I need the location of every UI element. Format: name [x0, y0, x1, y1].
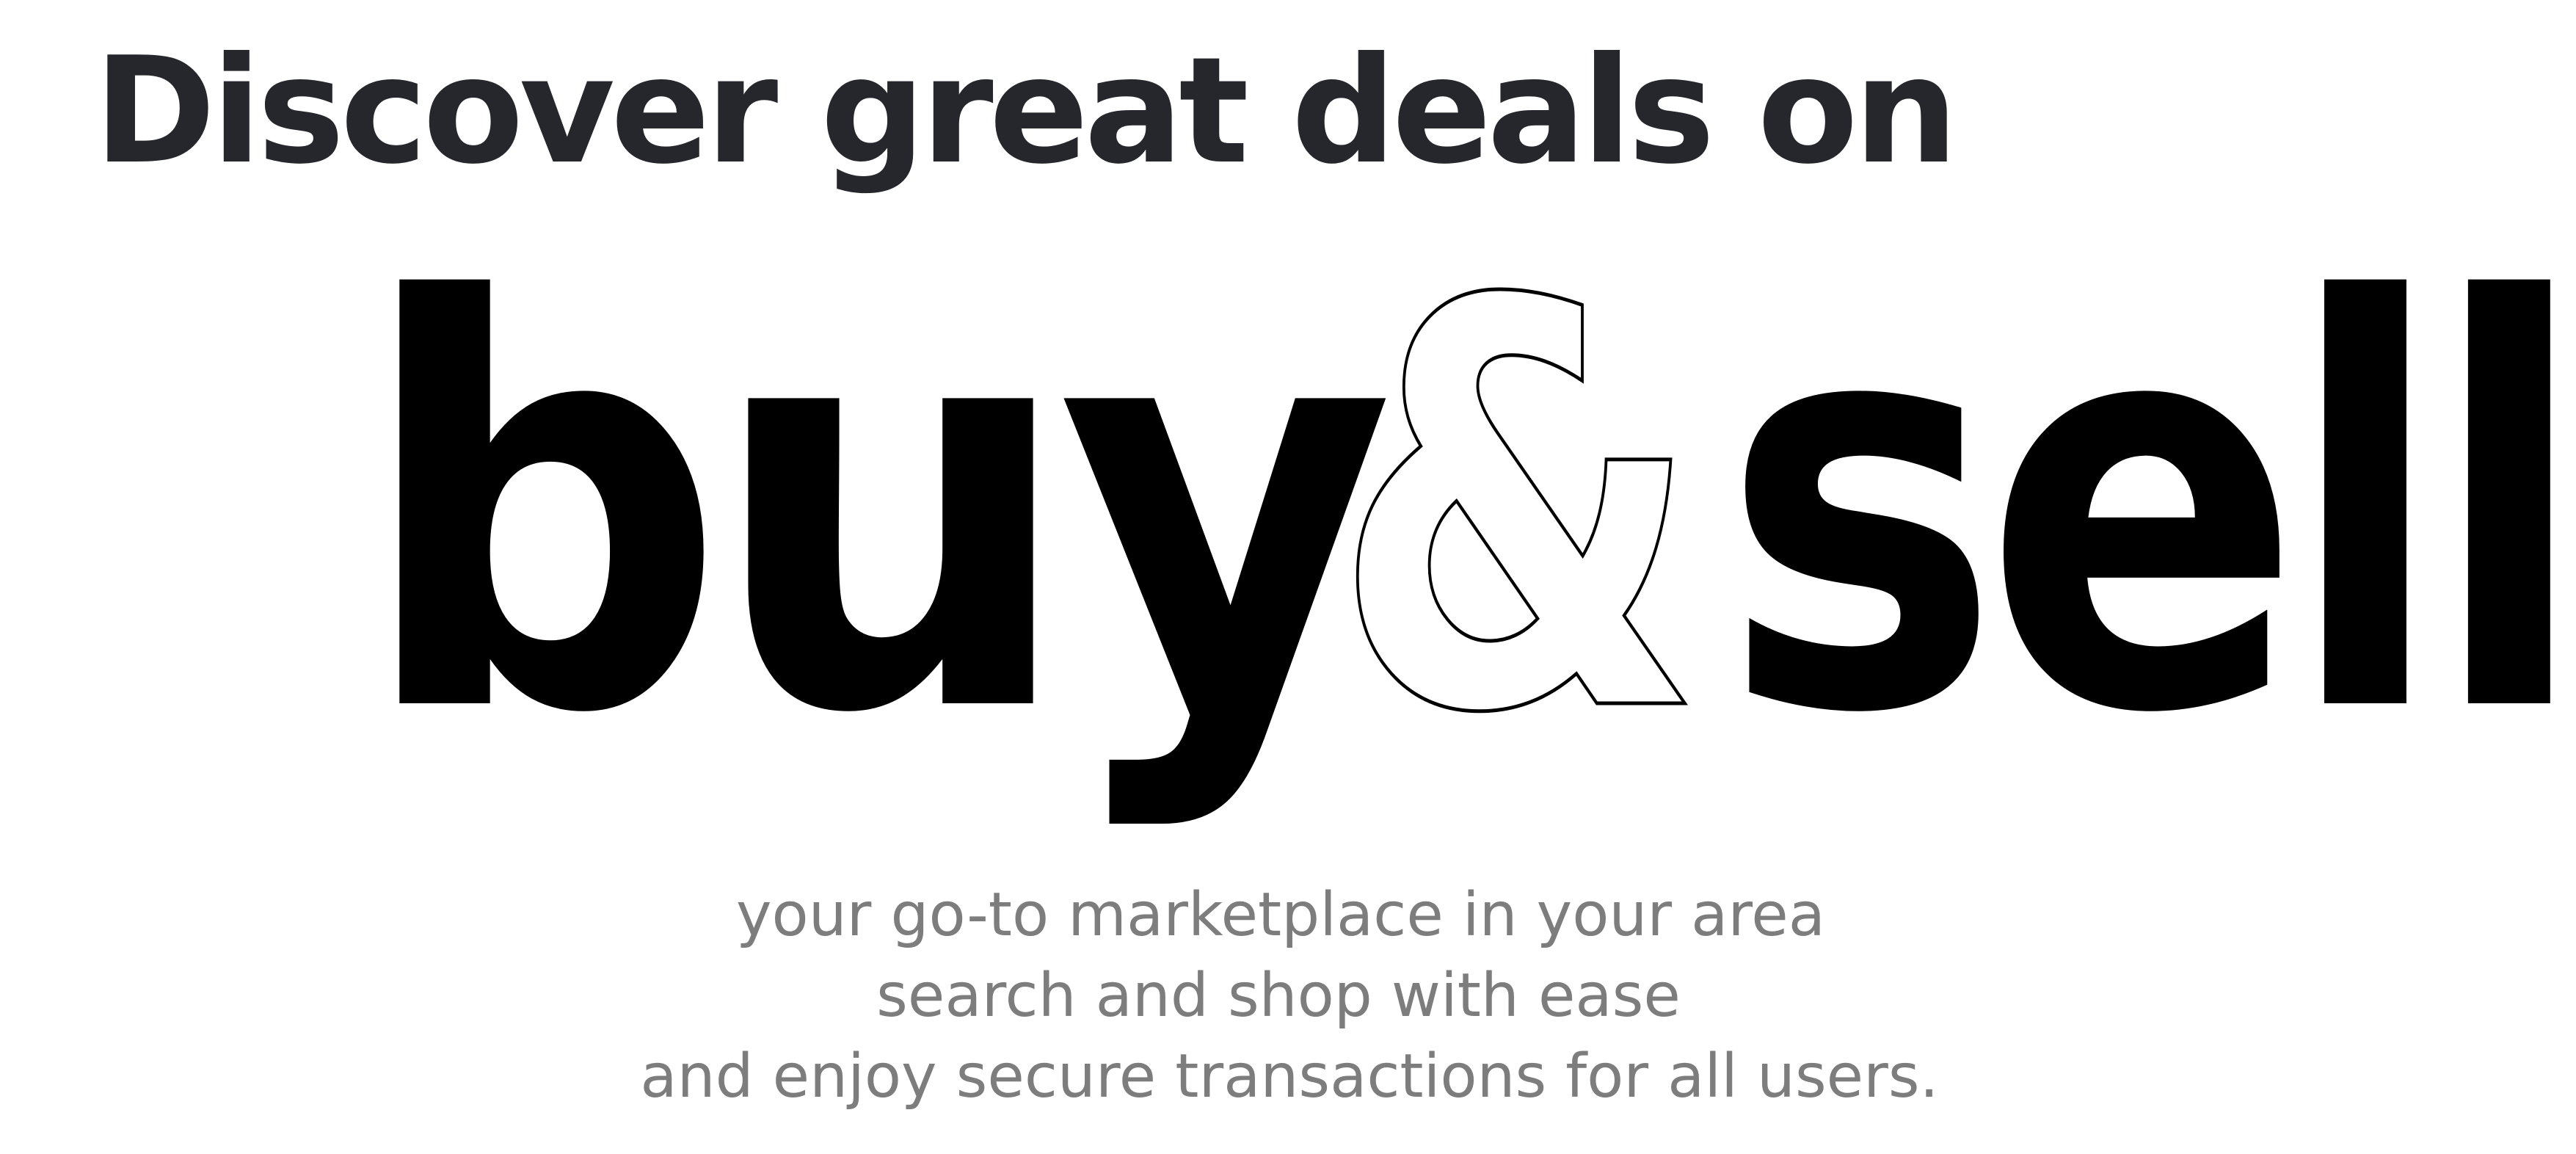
hero-word-buy: buy — [356, 186, 1389, 835]
hero-ampersand: & — [1332, 186, 1703, 835]
hero-word-sell: sell — [1721, 186, 2572, 835]
tagline: your go-to marketplace in your area sear… — [0, 875, 2576, 1117]
tagline-line-3: and enjoy secure transactions for all us… — [640, 1042, 1939, 1111]
tagline-line-2: search and shop with ease — [876, 961, 1681, 1031]
tagline-line-1: your go-to marketplace in your area — [736, 880, 1825, 950]
